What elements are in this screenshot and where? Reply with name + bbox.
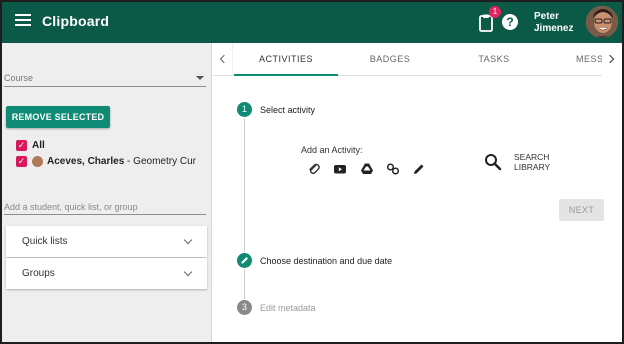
tab-messages[interactable]: MESSA xyxy=(546,43,606,76)
tab-activities[interactable]: ACTIVITIES xyxy=(234,43,338,76)
tab-tasks[interactable]: TASKS xyxy=(442,43,546,76)
stepper-connector xyxy=(244,118,245,252)
add-recipient-field xyxy=(4,197,206,215)
dropdown-caret-icon xyxy=(196,76,204,80)
select-all-row: ✓ All xyxy=(16,139,45,151)
tab-scroll-left-icon[interactable] xyxy=(213,43,233,76)
paperclip-icon[interactable] xyxy=(307,162,321,176)
tab-scroll-right-icon[interactable] xyxy=(602,43,622,76)
link-icon[interactable] xyxy=(386,162,400,176)
search-library-line2: LIBRARY xyxy=(514,162,551,172)
user-name[interactable]: Peter Jimenez xyxy=(534,11,573,35)
course-select[interactable]: Course xyxy=(4,67,206,87)
quick-lists-label: Quick lists xyxy=(22,236,68,247)
app-title: Clipboard xyxy=(42,13,110,29)
student-checkbox[interactable]: ✓ xyxy=(16,155,27,167)
top-app-bar: Clipboard 1 ? Peter Jimenez xyxy=(2,2,622,43)
user-last-name: Jimenez xyxy=(534,23,574,34)
youtube-icon[interactable] xyxy=(333,162,347,176)
step-3-number: 3 xyxy=(237,300,252,315)
user-first-name: Peter xyxy=(534,11,560,22)
search-library-line1: SEARCH xyxy=(514,152,550,162)
notification-badge: 1 xyxy=(489,6,501,18)
course-select-placeholder: Course xyxy=(4,73,34,83)
chevron-down-icon xyxy=(183,235,193,245)
student-label: Aceves, Charles - Geometry Cur xyxy=(47,156,196,167)
select-all-checkbox[interactable]: ✓ xyxy=(16,139,27,151)
student-course: - Geometry Cur xyxy=(124,155,196,167)
add-activity-label: Add an Activity: xyxy=(301,145,363,155)
step-1-number: 1 xyxy=(237,102,252,117)
student-name: Aceves, Charles xyxy=(47,155,125,167)
step-3-title: Edit metadata xyxy=(260,303,316,313)
sidebar: Course REMOVE SELECTED ✓ All ✓ Aceves, C… xyxy=(2,43,212,342)
add-recipient-input[interactable] xyxy=(4,199,206,212)
search-library-button[interactable]: SEARCH LIBRARY xyxy=(484,152,550,172)
select-all-label: All xyxy=(32,139,45,151)
student-avatar xyxy=(32,155,43,167)
google-drive-icon[interactable] xyxy=(360,162,374,176)
groups-label: Groups xyxy=(22,268,55,279)
help-icon[interactable]: ? xyxy=(502,14,518,30)
stepper-connector xyxy=(244,269,245,299)
student-row: ✓ Aceves, Charles - Geometry Cur xyxy=(16,155,196,167)
tab-badges[interactable]: BADGES xyxy=(338,43,442,76)
next-button[interactable]: NEXT xyxy=(559,199,604,221)
search-icon xyxy=(485,154,502,171)
step-1-title: Select activity xyxy=(260,105,316,115)
menu-icon[interactable] xyxy=(15,14,31,30)
remove-selected-button[interactable]: REMOVE SELECTED xyxy=(6,106,110,128)
avatar[interactable] xyxy=(585,5,619,39)
edit-step-icon[interactable] xyxy=(237,253,252,268)
groups-panel[interactable]: Groups xyxy=(6,258,207,289)
quick-lists-panel[interactable]: Quick lists xyxy=(6,226,207,257)
app-window: Clipboard 1 ? Peter Jimenez Course REMOV… xyxy=(0,0,624,344)
tab-bar: ACTIVITIES BADGES TASKS MESSA xyxy=(213,43,622,76)
search-library-label: SEARCH LIBRARY xyxy=(514,152,550,172)
chevron-down-icon xyxy=(183,267,193,277)
pencil-icon[interactable] xyxy=(412,162,426,176)
step-2-title: Choose destination and due date xyxy=(260,256,393,266)
